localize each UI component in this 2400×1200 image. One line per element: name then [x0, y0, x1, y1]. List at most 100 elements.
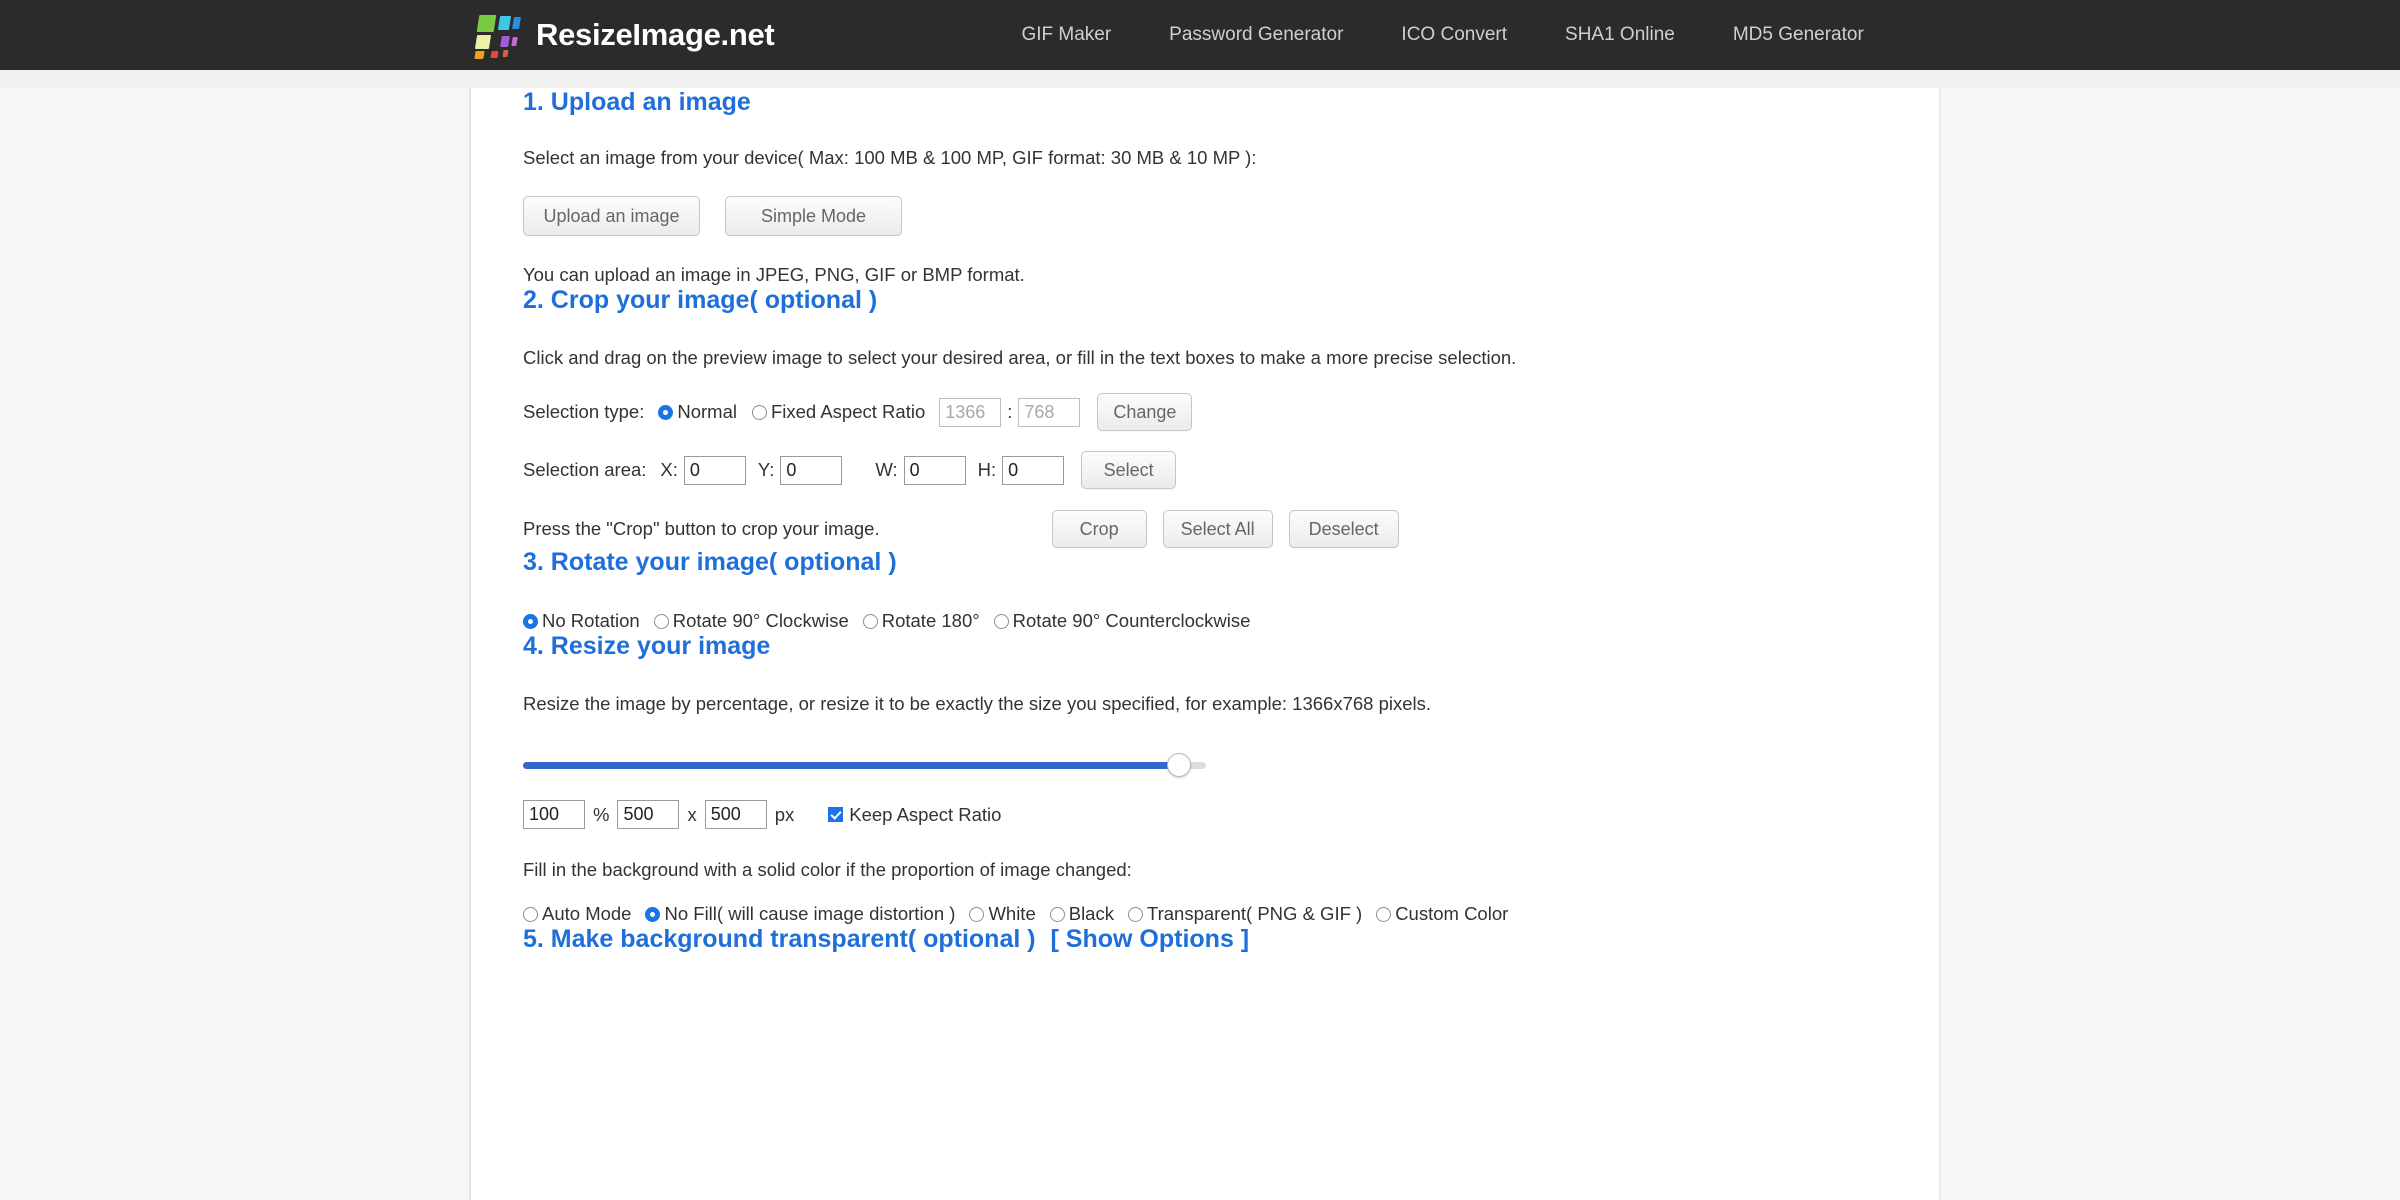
fill-background-description: Fill in the background with a solid colo… — [523, 859, 1132, 880]
fill-option-white[interactable]: White — [969, 903, 1036, 925]
select-all-button[interactable]: Select All — [1162, 510, 1273, 548]
upload-button-row: Upload an image Simple Mode — [523, 196, 1879, 236]
nav-item-ico-convert[interactable]: ICO Convert — [1372, 24, 1536, 46]
nav-item-password-generator[interactable]: Password Generator — [1140, 24, 1372, 46]
show-options-link[interactable]: [ Show Options ] — [1051, 925, 1250, 953]
keep-aspect-ratio-checkbox-icon[interactable] — [828, 807, 844, 822]
fill-option-no-fill[interactable]: No Fill( will cause image distortion ) — [645, 903, 955, 925]
percent-unit-label: % — [593, 803, 610, 825]
slider-fill — [523, 762, 1179, 769]
selection-w-label: W: — [875, 459, 898, 480]
radio-auto-mode-icon[interactable] — [523, 906, 538, 922]
section-1-description: Select an image from your device( Max: 1… — [523, 147, 1257, 168]
rotation-option-90-clockwise-label: Rotate 90° Clockwise — [672, 610, 849, 631]
fill-option-auto-mode[interactable]: Auto Mode — [523, 903, 631, 925]
rotation-option-90-counterclockwise[interactable]: Rotate 90° Counterclockwise — [993, 610, 1251, 632]
radio-rotate-90-clockwise-icon[interactable] — [653, 613, 669, 629]
rotation-option-180-label: Rotate 180° — [881, 610, 980, 631]
fill-option-black[interactable]: Black — [1049, 903, 1114, 925]
selection-y-input[interactable] — [780, 455, 843, 485]
rotation-option-90-counterclockwise-label: Rotate 90° Counterclockwise — [1012, 610, 1251, 631]
ratio-width-input[interactable] — [939, 397, 1002, 427]
selection-type-row: Selection type: Normal Fixed Aspect Rati… — [523, 393, 1879, 431]
rotation-options-row: No Rotation Rotate 90° Clockwise Rotate … — [523, 610, 1879, 632]
selection-x-label: X: — [660, 459, 678, 480]
section-2-title: 2. Crop your image( optional ) — [523, 286, 878, 314]
main-content-card: 1. Upload an image Select an image from … — [470, 88, 1940, 1200]
page-body: 1. Upload an image Select an image from … — [0, 70, 2400, 1200]
deselect-button[interactable]: Deselect — [1288, 510, 1399, 548]
slider-handle[interactable] — [1166, 753, 1191, 777]
selection-area-row: Selection area: X: Y: W: H: Select — [523, 451, 1879, 489]
selection-type-fixed-ratio-option[interactable]: Fixed Aspect Ratio — [751, 401, 926, 423]
keep-aspect-ratio-label: Keep Aspect Ratio — [849, 803, 1002, 825]
selection-x-input[interactable] — [683, 455, 746, 485]
brand-name: ResizeImage.net — [536, 17, 775, 52]
fill-option-custom-color[interactable]: Custom Color — [1376, 903, 1508, 925]
selection-type-normal-label: Normal — [677, 401, 737, 422]
selection-h-input[interactable] — [1002, 455, 1065, 485]
selection-type-fixed-ratio-label: Fixed Aspect Ratio — [770, 401, 926, 422]
brand-logo[interactable]: ResizeImage.net — [470, 13, 775, 59]
section-1-format-note: You can upload an image in JPEG, PNG, GI… — [523, 264, 1025, 285]
selection-y-label: Y: — [757, 459, 775, 480]
radio-no-rotation-icon[interactable] — [523, 613, 538, 629]
crop-hint-text: Press the "Crop" button to crop your ima… — [523, 518, 880, 539]
dimension-separator-label: x — [687, 803, 697, 825]
rotation-option-no-rotation[interactable]: No Rotation — [523, 610, 640, 632]
radio-no-fill-icon[interactable] — [645, 906, 661, 922]
ratio-height-input[interactable] — [1018, 397, 1081, 427]
selection-type-label: Selection type: — [523, 401, 645, 422]
crop-actions-row: Press the "Crop" button to crop your ima… — [523, 510, 1879, 548]
radio-custom-color-icon[interactable] — [1376, 906, 1392, 922]
resize-percentage-slider[interactable] — [523, 753, 1206, 777]
fill-option-transparent-label: Transparent( PNG & GIF ) — [1146, 903, 1363, 924]
rotation-option-180[interactable]: Rotate 180° — [862, 610, 980, 632]
fill-option-custom-color-label: Custom Color — [1395, 903, 1509, 924]
radio-normal-icon[interactable] — [658, 404, 674, 420]
selection-w-input[interactable] — [903, 455, 966, 485]
rotation-option-no-rotation-label: No Rotation — [542, 610, 640, 631]
radio-transparent-icon[interactable] — [1127, 906, 1143, 922]
fill-option-no-fill-label: No Fill( will cause image distortion ) — [664, 903, 956, 924]
upload-an-image-button[interactable]: Upload an image — [523, 196, 700, 236]
crop-button[interactable]: Crop — [1051, 510, 1147, 548]
selection-h-label: H: — [977, 459, 997, 480]
right-sidebar-rail — [1941, 88, 2400, 1200]
rotation-option-90-clockwise[interactable]: Rotate 90° Clockwise — [653, 610, 849, 632]
selection-area-label: Selection area: — [523, 459, 647, 480]
section-4-description: Resize the image by percentage, or resiz… — [523, 693, 1432, 714]
section-5-title-text: 5. Make background transparent( optional… — [523, 925, 1036, 953]
fill-option-transparent[interactable]: Transparent( PNG & GIF ) — [1127, 903, 1363, 925]
site-header: ResizeImage.net GIF Maker Password Gener… — [0, 0, 2400, 70]
radio-fixed-aspect-ratio-icon[interactable] — [751, 404, 767, 420]
crop-button-group: Crop Select All Deselect — [1051, 510, 1399, 548]
resize-percent-input[interactable] — [523, 800, 585, 829]
fill-option-auto-mode-label: Auto Mode — [542, 903, 632, 924]
selection-type-normal-option[interactable]: Normal — [658, 401, 737, 423]
resize-height-input[interactable] — [704, 800, 767, 829]
main-nav: GIF Maker Password Generator ICO Convert… — [992, 24, 1892, 46]
section-2-description: Click and drag on the preview image to s… — [523, 347, 1517, 368]
resize-width-input[interactable] — [617, 800, 680, 829]
select-area-button[interactable]: Select — [1081, 451, 1177, 489]
ratio-separator: : — [1007, 401, 1013, 422]
nav-item-md5-generator[interactable]: MD5 Generator — [1704, 24, 1893, 46]
radio-white-icon[interactable] — [969, 906, 985, 922]
nav-item-gif-maker[interactable]: GIF Maker — [992, 24, 1140, 46]
radio-black-icon[interactable] — [1049, 906, 1065, 922]
keep-aspect-ratio-option[interactable]: Keep Aspect Ratio — [828, 804, 1001, 826]
simple-mode-button[interactable]: Simple Mode — [725, 196, 902, 236]
fill-options-row: Auto Mode No Fill( will cause image dist… — [523, 903, 1879, 925]
radio-rotate-90-counterclockwise-icon[interactable] — [993, 613, 1009, 629]
pixel-unit-label: px — [774, 803, 795, 825]
radio-rotate-180-icon[interactable] — [862, 613, 878, 629]
resize-dimensions-row: % x px Keep Aspect Ratio — [523, 800, 1879, 829]
fill-option-white-label: White — [988, 903, 1036, 924]
change-ratio-button[interactable]: Change — [1097, 393, 1193, 431]
nav-item-sha1-online[interactable]: SHA1 Online — [1536, 24, 1704, 46]
section-5-title: 5. Make background transparent( optional… — [523, 925, 1879, 954]
left-sidebar-rail — [0, 88, 470, 1200]
fill-option-black-label: Black — [1068, 903, 1114, 924]
section-1-title: 1. Upload an image — [523, 88, 751, 116]
